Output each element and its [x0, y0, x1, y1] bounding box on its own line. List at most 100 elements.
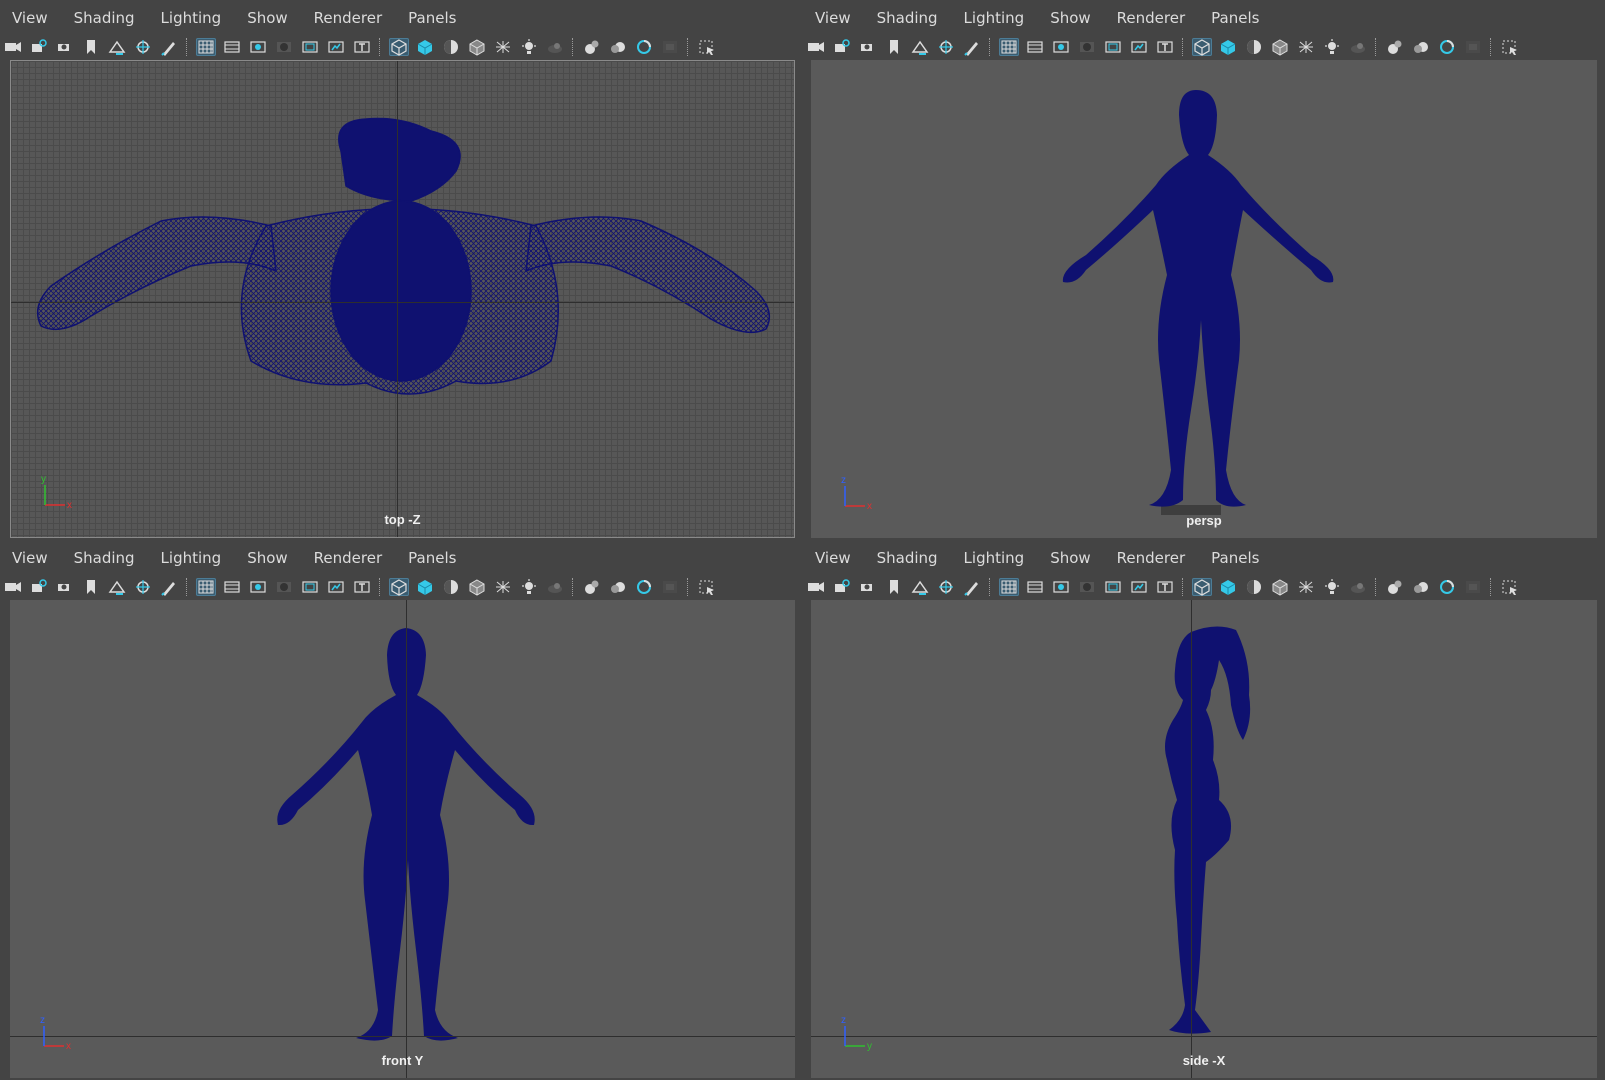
menu-renderer[interactable]: Renderer	[314, 549, 382, 567]
menu-lighting[interactable]: Lighting	[964, 549, 1025, 567]
smooth-shade-icon[interactable]	[1218, 38, 1238, 56]
bookmark-icon[interactable]	[884, 38, 904, 56]
anti-alias-icon[interactable]	[634, 38, 654, 56]
viewport-persp[interactable]: z x persp	[811, 60, 1597, 538]
menu-panels[interactable]: Panels	[408, 549, 456, 567]
camera-attributes-icon[interactable]	[55, 578, 75, 596]
wireframe-on-shaded-icon[interactable]	[467, 578, 487, 596]
gate-mask-icon[interactable]	[1077, 578, 1097, 596]
menu-lighting[interactable]: Lighting	[161, 9, 222, 27]
safe-action-icon[interactable]	[1129, 38, 1149, 56]
depth-of-field-icon[interactable]	[660, 578, 680, 596]
screen-space-ao-icon[interactable]	[582, 38, 602, 56]
bookmark-icon[interactable]	[81, 38, 101, 56]
safe-action-icon[interactable]	[1129, 578, 1149, 596]
select-camera-icon[interactable]	[1500, 578, 1520, 596]
field-chart-icon[interactable]	[1103, 38, 1123, 56]
menu-shading[interactable]: Shading	[74, 9, 135, 27]
safe-title-icon[interactable]	[1155, 578, 1175, 596]
motion-blur-icon[interactable]	[1411, 578, 1431, 596]
resolution-gate-icon[interactable]	[1051, 38, 1071, 56]
camera-lock-icon[interactable]	[29, 38, 49, 56]
gate-mask-icon[interactable]	[274, 578, 294, 596]
grid-snap-icon[interactable]	[133, 38, 153, 56]
camera-icon[interactable]	[806, 38, 826, 56]
grid-icon[interactable]	[196, 578, 216, 596]
select-camera-icon[interactable]	[1500, 38, 1520, 56]
menu-panels[interactable]: Panels	[408, 9, 456, 27]
image-plane-icon[interactable]	[910, 38, 930, 56]
menu-view[interactable]: View	[815, 9, 851, 27]
anti-alias-icon[interactable]	[1437, 38, 1457, 56]
menu-show[interactable]: Show	[247, 9, 287, 27]
default-material-icon[interactable]	[441, 38, 461, 56]
menu-shading[interactable]: Shading	[74, 549, 135, 567]
menu-lighting[interactable]: Lighting	[964, 9, 1025, 27]
smooth-shade-icon[interactable]	[415, 38, 435, 56]
image-plane-icon[interactable]	[107, 578, 127, 596]
smooth-shade-icon[interactable]	[415, 578, 435, 596]
grid-icon[interactable]	[999, 38, 1019, 56]
shadows-icon[interactable]	[1348, 578, 1368, 596]
menu-lighting[interactable]: Lighting	[161, 549, 222, 567]
anti-alias-icon[interactable]	[634, 578, 654, 596]
camera-icon[interactable]	[806, 578, 826, 596]
menu-shading[interactable]: Shading	[877, 9, 938, 27]
select-camera-icon[interactable]	[697, 38, 717, 56]
wireframe-on-shaded-icon[interactable]	[1270, 578, 1290, 596]
menu-shading[interactable]: Shading	[877, 549, 938, 567]
resolution-gate-icon[interactable]	[1051, 578, 1071, 596]
use-all-lights-icon[interactable]	[1322, 38, 1342, 56]
resolution-gate-icon[interactable]	[248, 578, 268, 596]
xray-icon[interactable]	[1296, 38, 1316, 56]
anti-alias-icon[interactable]	[1437, 578, 1457, 596]
xray-icon[interactable]	[493, 578, 513, 596]
film-gate-icon[interactable]	[1025, 578, 1045, 596]
camera-icon[interactable]	[3, 38, 23, 56]
safe-action-icon[interactable]	[326, 578, 346, 596]
safe-title-icon[interactable]	[352, 578, 372, 596]
menu-renderer[interactable]: Renderer	[314, 9, 382, 27]
wireframe-on-shaded-icon[interactable]	[1270, 38, 1290, 56]
screen-space-ao-icon[interactable]	[1385, 578, 1405, 596]
shadows-icon[interactable]	[1348, 38, 1368, 56]
menu-view[interactable]: View	[12, 549, 48, 567]
pencil-icon[interactable]	[962, 38, 982, 56]
gate-mask-icon[interactable]	[1077, 38, 1097, 56]
menu-panels[interactable]: Panels	[1211, 9, 1259, 27]
bookmark-icon[interactable]	[884, 578, 904, 596]
grid-snap-icon[interactable]	[133, 578, 153, 596]
screen-space-ao-icon[interactable]	[1385, 38, 1405, 56]
motion-blur-icon[interactable]	[1411, 38, 1431, 56]
screen-space-ao-icon[interactable]	[582, 578, 602, 596]
camera-lock-icon[interactable]	[29, 578, 49, 596]
camera-lock-icon[interactable]	[832, 578, 852, 596]
image-plane-icon[interactable]	[910, 578, 930, 596]
camera-lock-icon[interactable]	[832, 38, 852, 56]
motion-blur-icon[interactable]	[608, 578, 628, 596]
bookmark-icon[interactable]	[81, 578, 101, 596]
camera-attributes-icon[interactable]	[858, 578, 878, 596]
camera-attributes-icon[interactable]	[858, 38, 878, 56]
depth-of-field-icon[interactable]	[660, 38, 680, 56]
menu-show[interactable]: Show	[247, 549, 287, 567]
viewport-front[interactable]: z x front Y	[10, 600, 795, 1078]
camera-attributes-icon[interactable]	[55, 38, 75, 56]
default-material-icon[interactable]	[441, 578, 461, 596]
default-material-icon[interactable]	[1244, 38, 1264, 56]
grid-icon[interactable]	[999, 578, 1019, 596]
menu-panels[interactable]: Panels	[1211, 549, 1259, 567]
shadows-icon[interactable]	[545, 578, 565, 596]
use-all-lights-icon[interactable]	[1322, 578, 1342, 596]
film-gate-icon[interactable]	[222, 38, 242, 56]
wireframe-on-shaded-icon[interactable]	[467, 38, 487, 56]
camera-icon[interactable]	[3, 578, 23, 596]
menu-view[interactable]: View	[815, 549, 851, 567]
pencil-icon[interactable]	[962, 578, 982, 596]
grid-snap-icon[interactable]	[936, 578, 956, 596]
menu-view[interactable]: View	[12, 9, 48, 27]
gate-mask-icon[interactable]	[274, 38, 294, 56]
default-material-icon[interactable]	[1244, 578, 1264, 596]
wireframe-icon[interactable]	[1192, 578, 1212, 596]
xray-icon[interactable]	[493, 38, 513, 56]
